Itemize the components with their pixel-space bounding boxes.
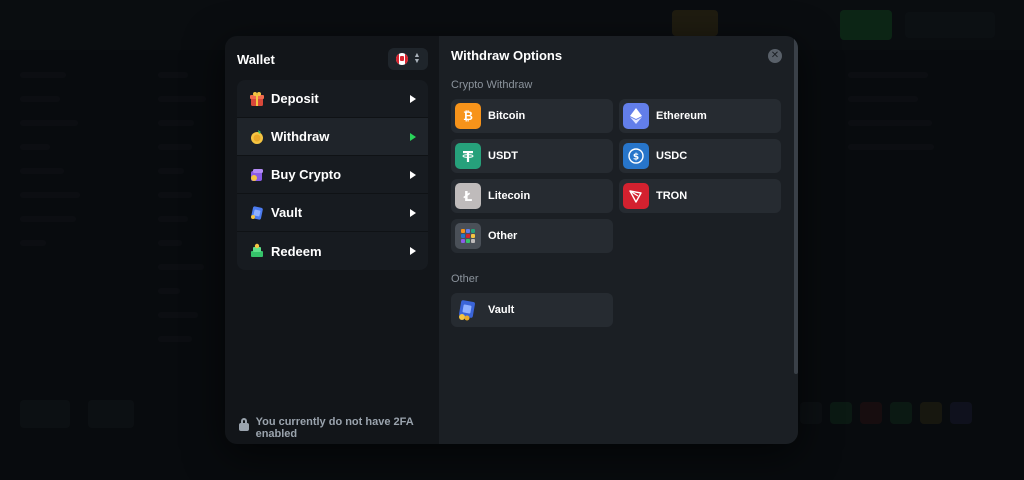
menu-label-redeem: Redeem [271, 243, 322, 259]
wallet-modal: Wallet ▲ ▼ Deposit Withdraw Buy Crypto V… [225, 36, 798, 444]
other-coins-icon [455, 223, 481, 249]
tron-icon [623, 183, 649, 209]
coin-name: Other [488, 230, 518, 242]
coin-option-tron[interactable]: TRON [619, 179, 781, 213]
wallet-sidebar: Wallet ▲ ▼ Deposit Withdraw Buy Crypto V… [225, 36, 439, 444]
menu-label-deposit: Deposit [271, 91, 319, 106]
coin-name: Litecoin [488, 190, 531, 202]
svg-text:$: $ [633, 153, 639, 163]
deposit-icon [249, 91, 265, 107]
usdc-icon: $ [623, 143, 649, 169]
other-section-label: Other [451, 273, 479, 285]
menu-label-buy-crypto: Buy Crypto [271, 167, 342, 182]
coin-name: USDC [656, 150, 688, 162]
withdraw-icon [249, 129, 265, 145]
coin-option-usdt[interactable]: USDT [451, 139, 613, 173]
wallet-header: Wallet ▲ ▼ [237, 48, 428, 70]
redeem-icon [249, 243, 265, 259]
svg-text:Ł: Ł [463, 190, 472, 203]
menu-item-vault[interactable]: Vault [237, 194, 428, 232]
chevron-right-active-icon [410, 132, 416, 141]
option-vault[interactable]: Vault [451, 293, 613, 327]
chevron-right-icon [410, 247, 416, 255]
other-options-grid: Vault [451, 293, 798, 327]
close-icon: ✕ [770, 50, 780, 61]
svg-text:₿: ₿ [463, 109, 473, 123]
twofa-text: You currently do not have 2FA enabled [255, 416, 414, 440]
wallet-menu: Deposit Withdraw Buy Crypto Vault Redeem [237, 80, 428, 270]
scrollbar[interactable] [794, 36, 798, 374]
chevron-right-icon [410, 94, 416, 103]
coin-option-ethereum[interactable]: Ethereum [619, 99, 781, 133]
coin-option-other[interactable]: Other [451, 219, 613, 253]
coin-name: TRON [656, 190, 688, 202]
close-button[interactable]: ✕ [768, 49, 782, 63]
menu-item-withdraw[interactable]: Withdraw [237, 118, 428, 156]
coin-name: Bitcoin [488, 110, 526, 122]
coin-option-litecoin[interactable]: Ł Litecoin [451, 179, 613, 213]
chevron-right-icon [410, 170, 416, 179]
chevron-right-icon [410, 208, 416, 217]
withdraw-options-panel: Withdraw Options ✕ Crypto Withdraw ₿ Bit… [439, 36, 798, 444]
menu-label-withdraw: Withdraw [271, 129, 330, 144]
coin-option-usdc[interactable]: $ USDC [619, 139, 781, 173]
currency-selector[interactable]: ▲ ▼ [388, 48, 428, 70]
vault-icon [249, 205, 265, 221]
wallet-title: Wallet [237, 51, 275, 67]
option-name: Vault [488, 304, 515, 316]
vault-icon [455, 297, 481, 323]
coin-name: Ethereum [656, 110, 707, 122]
menu-label-vault: Vault [271, 205, 303, 220]
canada-flag-icon [395, 53, 408, 65]
menu-item-buy-crypto[interactable]: Buy Crypto [237, 156, 428, 194]
bitcoin-icon: ₿ [455, 103, 481, 129]
menu-item-deposit[interactable]: Deposit [237, 80, 428, 118]
crypto-withdraw-label: Crypto Withdraw [451, 79, 533, 91]
litecoin-icon: Ł [455, 183, 481, 209]
coin-name: USDT [488, 150, 518, 162]
coin-option-bitcoin[interactable]: ₿ Bitcoin [451, 99, 613, 133]
menu-item-redeem[interactable]: Redeem [237, 232, 428, 270]
twofa-notice: You currently do not have 2FA enabled [239, 416, 429, 440]
ethereum-icon [623, 103, 649, 129]
withdraw-options-title: Withdraw Options [451, 48, 563, 63]
usdt-icon [455, 143, 481, 169]
crypto-options-grid: ₿ Bitcoin Ethereum USDT $ USDC Ł Litecoi… [451, 99, 798, 253]
up-down-arrow-icon: ▲ ▼ [413, 52, 421, 65]
buy-crypto-icon [249, 167, 265, 183]
lock-icon [239, 418, 249, 431]
